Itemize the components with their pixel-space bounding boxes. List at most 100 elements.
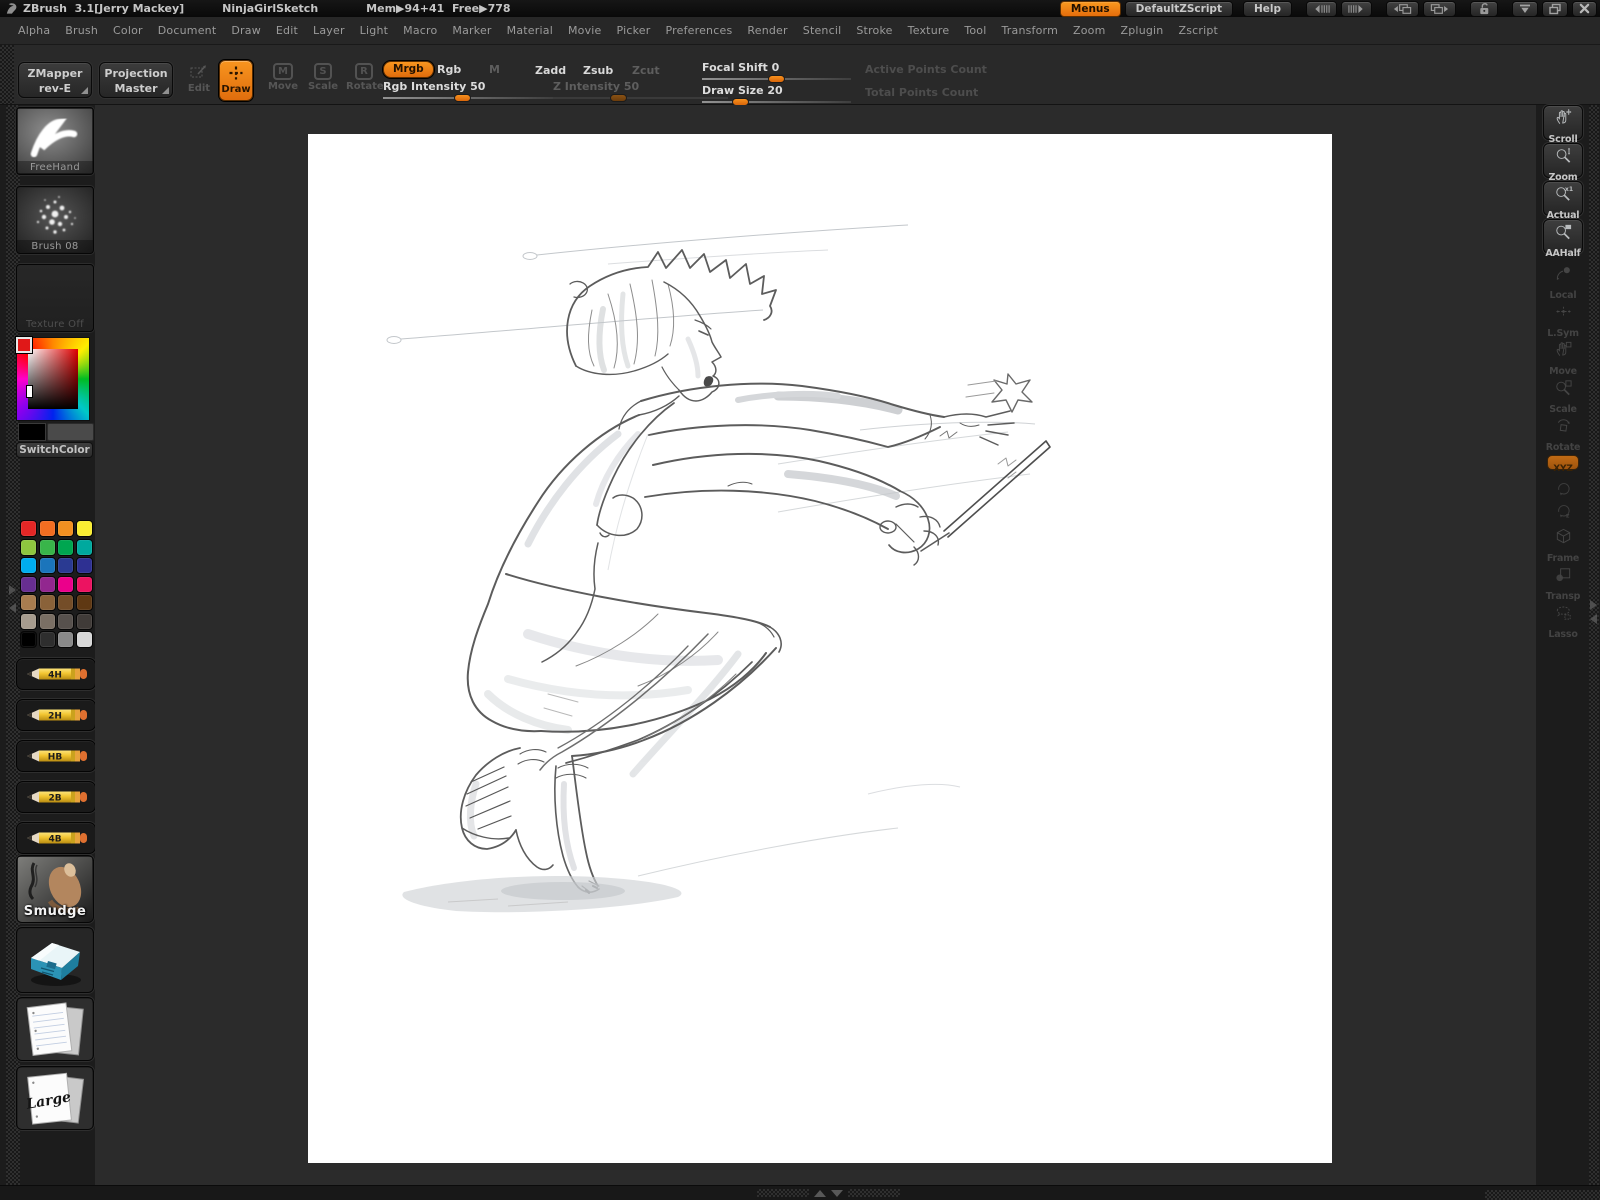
- rgb-intensity-track[interactable]: [383, 94, 555, 102]
- color-swatch[interactable]: [20, 594, 37, 611]
- menu-item-document[interactable]: Document: [158, 24, 217, 37]
- menu-item-material[interactable]: Material: [507, 24, 553, 37]
- pencil-2h-button[interactable]: 2H: [16, 699, 96, 731]
- right-shelf-xyz-button[interactable]: XYZ: [1547, 455, 1579, 474]
- restore-button[interactable]: [1542, 0, 1568, 17]
- menu-item-texture[interactable]: Texture: [908, 24, 950, 37]
- texture-selector[interactable]: Texture Off: [16, 264, 94, 332]
- next-document-button[interactable]: [1423, 0, 1456, 17]
- close-button[interactable]: [1572, 0, 1597, 17]
- draw-size-track[interactable]: [702, 98, 851, 106]
- menus-button[interactable]: Menus: [1059, 0, 1121, 17]
- color-swatch[interactable]: [57, 594, 74, 611]
- color-swatch[interactable]: [20, 575, 37, 593]
- color-swatch[interactable]: [20, 612, 37, 630]
- color-swatch[interactable]: [57, 631, 74, 648]
- menu-item-zscript[interactable]: Zscript: [1178, 24, 1218, 37]
- mrgb-button[interactable]: Mrgb: [383, 61, 434, 78]
- help-button[interactable]: Help: [1242, 0, 1292, 17]
- rgb-button[interactable]: Rgb: [437, 63, 461, 76]
- color-swatch[interactable]: [20, 631, 37, 648]
- menu-item-movie[interactable]: Movie: [568, 24, 602, 37]
- tray-open-arrow-icon[interactable]: [9, 585, 16, 595]
- previous-document-button[interactable]: [1386, 0, 1419, 17]
- draw-mode-button[interactable]: Draw: [219, 60, 253, 101]
- divider-grip[interactable]: [848, 1189, 900, 1197]
- eraser-tool[interactable]: [16, 927, 94, 993]
- menu-item-preferences[interactable]: Preferences: [665, 24, 732, 37]
- color-swatch[interactable]: [75, 575, 93, 593]
- color-swatch[interactable]: [57, 557, 74, 574]
- menu-item-brush[interactable]: Brush: [65, 24, 98, 37]
- focal-shift-track[interactable]: [702, 75, 851, 83]
- lock-button[interactable]: [1470, 0, 1498, 17]
- color-swatch[interactable]: [57, 520, 74, 537]
- menu-item-zoom[interactable]: Zoom: [1073, 24, 1106, 37]
- tray-down-arrow-icon[interactable]: [831, 1189, 843, 1197]
- stroke-selector[interactable]: FreeHand: [16, 107, 94, 175]
- menu-item-alpha[interactable]: Alpha: [18, 24, 50, 37]
- color-swatch[interactable]: [38, 520, 56, 537]
- menu-item-layer[interactable]: Layer: [313, 24, 345, 37]
- tray-close-arrow-icon[interactable]: [9, 603, 16, 613]
- rgb-intensity-handle[interactable]: [454, 94, 471, 102]
- draw-size-slider[interactable]: Draw Size 20: [702, 84, 851, 106]
- resize-corner[interactable]: [1485, 1190, 1600, 1200]
- rgb-intensity-slider[interactable]: Rgb Intensity 50: [383, 80, 555, 102]
- pencil-4b-button[interactable]: 4B: [16, 822, 96, 854]
- color-swatch[interactable]: [38, 631, 56, 648]
- menu-item-tool[interactable]: Tool: [964, 24, 986, 37]
- color-swatch[interactable]: [75, 612, 93, 630]
- menu-item-zplugin[interactable]: Zplugin: [1121, 24, 1164, 37]
- pencil-hb-button[interactable]: HB: [16, 740, 96, 772]
- menu-item-transform[interactable]: Transform: [1001, 24, 1058, 37]
- right-shelf-actual-button[interactable]: x1 Actual: [1543, 181, 1583, 221]
- zmapper-button[interactable]: ZMapper rev-E: [18, 62, 92, 98]
- minimize-button[interactable]: [1512, 0, 1538, 17]
- menu-item-draw[interactable]: Draw: [231, 24, 261, 37]
- color-picker[interactable]: [15, 336, 90, 421]
- focal-shift-handle[interactable]: [768, 75, 785, 83]
- main-color-well[interactable]: [18, 423, 46, 441]
- menu-item-macro[interactable]: Macro: [403, 24, 437, 37]
- projection-master-button[interactable]: Projection Master: [99, 62, 173, 98]
- menu-item-picker[interactable]: Picker: [617, 24, 651, 37]
- focal-shift-slider[interactable]: Focal Shift 0: [702, 61, 851, 83]
- paper-large-tool[interactable]: Large: [16, 1066, 94, 1130]
- color-swatch[interactable]: [57, 575, 74, 593]
- menu-item-render[interactable]: Render: [747, 24, 787, 37]
- paper-tool[interactable]: [16, 997, 94, 1061]
- shelf-grip[interactable]: [0, 45, 14, 104]
- divider-grip[interactable]: [757, 1189, 809, 1197]
- color-swatch[interactable]: [38, 538, 56, 556]
- menu-item-marker[interactable]: Marker: [452, 24, 491, 37]
- color-swatch[interactable]: [75, 631, 93, 648]
- switch-color-button[interactable]: SwitchColor: [16, 442, 93, 458]
- menu-item-color[interactable]: Color: [113, 24, 143, 37]
- saturation-value-square[interactable]: [28, 349, 78, 409]
- menu-item-stroke[interactable]: Stroke: [856, 24, 892, 37]
- menu-item-stencil[interactable]: Stencil: [803, 24, 842, 37]
- color-swatch[interactable]: [38, 575, 56, 593]
- pencil-2b-button[interactable]: 2B: [16, 781, 96, 813]
- color-swatch[interactable]: [20, 520, 37, 537]
- color-swatch[interactable]: [38, 612, 56, 630]
- color-swatch[interactable]: [75, 538, 93, 556]
- color-swatch[interactable]: [75, 594, 93, 611]
- smudge-tool[interactable]: Smudge: [16, 855, 94, 923]
- tray-up-arrow-icon[interactable]: [814, 1189, 826, 1197]
- color-cursor[interactable]: [26, 385, 33, 398]
- secondary-color-well[interactable]: [47, 423, 94, 441]
- right-shelf-zoom-button[interactable]: Zoom: [1543, 143, 1583, 183]
- tray-open-arrow-icon[interactable]: [1590, 600, 1597, 610]
- right-tray-divider[interactable]: [1589, 105, 1599, 1185]
- document-canvas[interactable]: [308, 134, 1332, 1163]
- alpha-selector[interactable]: Brush 08: [16, 186, 94, 254]
- default-zscript-button[interactable]: DefaultZScript: [1124, 0, 1233, 17]
- zadd-button[interactable]: Zadd: [535, 64, 566, 77]
- scrub-left-button[interactable]: [1306, 0, 1337, 17]
- right-shelf-aahalf-button[interactable]: AAHalf: [1543, 219, 1583, 259]
- pencil-4h-button[interactable]: 4H: [16, 658, 96, 690]
- color-swatch[interactable]: [57, 538, 74, 556]
- tray-close-arrow-icon[interactable]: [1590, 614, 1597, 624]
